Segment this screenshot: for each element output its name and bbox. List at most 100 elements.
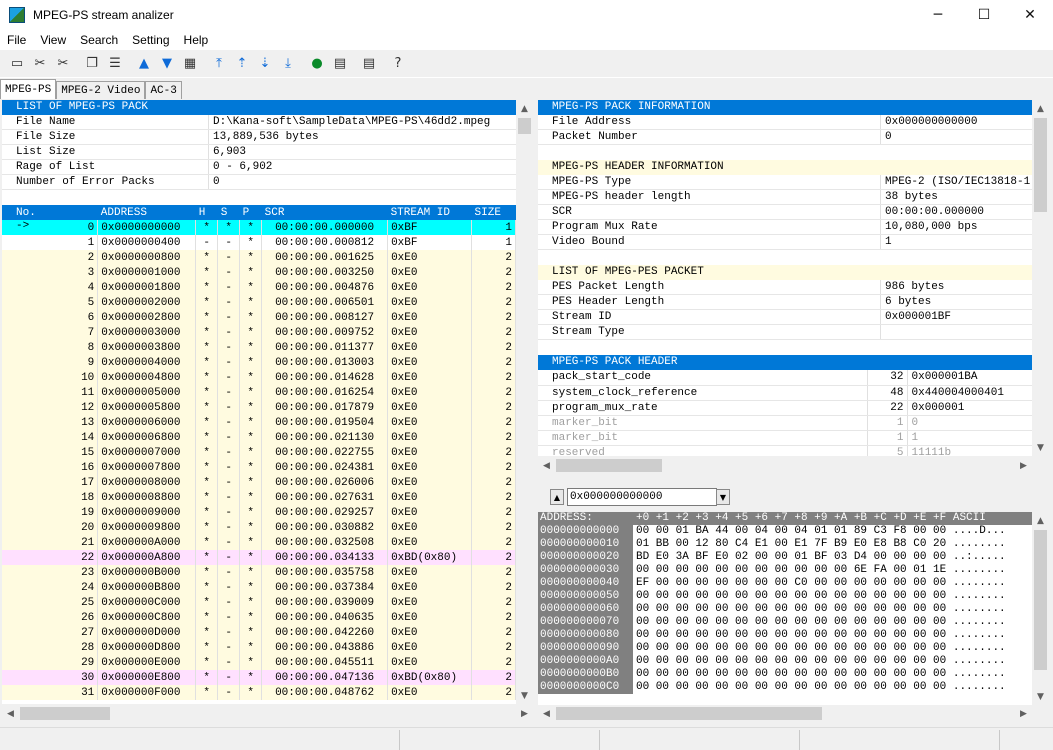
col-scr[interactable]: SCR <box>261 205 388 220</box>
address-up-icon[interactable]: ▲ <box>550 489 564 505</box>
scroll-left-icon[interactable]: ◀ <box>2 705 19 722</box>
table-row[interactable]: 9 0x0000004000 * - * 00:00:00.013003 0xE0 2 <box>2 355 516 370</box>
right-hscroll[interactable]: ◀ ▶ <box>538 457 1032 474</box>
scissors-filter-icon[interactable]: ✂ <box>29 53 51 75</box>
arrow-up-icon[interactable]: ▲ <box>133 53 155 75</box>
table-row[interactable]: -> 0 0x0000000000 * * * 00:00:00.000000 0xBF 1 <box>2 220 516 235</box>
current-row-marker: -> <box>16 220 30 232</box>
scroll-right-icon[interactable]: ▶ <box>516 705 533 722</box>
next-icon[interactable]: ⇣ <box>254 53 276 75</box>
scissors-icon[interactable]: ✂ <box>52 53 74 75</box>
scroll-thumb[interactable] <box>1034 530 1047 670</box>
scroll-down-icon[interactable]: ▼ <box>516 687 533 704</box>
table-row[interactable]: 30 0x000000E800 * - * 00:00:00.047136 0xBD(0x8… <box>2 670 516 685</box>
col-size[interactable]: SIZE <box>471 205 516 220</box>
table-row[interactable]: 31 0x000000F000 * - * 00:00:00.048762 0xE0 2 <box>2 685 516 700</box>
table-row[interactable]: 11 0x0000005000 * - * 00:00:00.016254 0xE0 2 <box>2 385 516 400</box>
copy-icon[interactable]: ❐ <box>81 53 103 75</box>
scroll-up-icon[interactable]: ▲ <box>1032 100 1049 117</box>
col-address[interactable]: ADDRESS <box>97 205 196 220</box>
table-row[interactable]: 4 0x0000001800 * - * 00:00:00.004876 0xE0 2 <box>2 280 516 295</box>
scroll-thumb[interactable] <box>556 707 822 720</box>
open-folder-icon[interactable]: ▭ <box>6 53 28 75</box>
table-row[interactable]: 7 0x0000003000 * - * 00:00:00.009752 0xE0 2 <box>2 325 516 340</box>
table-row[interactable]: 5 0x0000002000 * - * 00:00:00.006501 0xE0 2 <box>2 295 516 310</box>
menu-search[interactable]: Search <box>73 33 125 47</box>
table-row[interactable]: 29 0x000000E000 * - * 00:00:00.045511 0xE0 2 <box>2 655 516 670</box>
table-row[interactable]: 16 0x0000007800 * - * 00:00:00.024381 0xE0 2 <box>2 460 516 475</box>
scroll-up-icon[interactable]: ▲ <box>516 100 533 117</box>
table-row[interactable]: 1 0x0000000400- - * 00:00:00.000812 0xBF 1 <box>2 235 516 250</box>
scroll-right-icon[interactable]: ▶ <box>1015 457 1032 474</box>
scroll-thumb[interactable] <box>518 118 531 134</box>
cell-p: * <box>239 655 263 670</box>
table-row[interactable]: 17 0x0000008000 * - * 00:00:00.026006 0xE0 2 <box>2 475 516 490</box>
tab-mpeg-ps[interactable]: MPEG-PS <box>0 79 57 99</box>
goto-icon[interactable]: ▦ <box>179 53 201 75</box>
table-row[interactable]: 19 0x0000009000 * - * 00:00:00.029257 0xE0 2 <box>2 505 516 520</box>
close-button[interactable]: ✕ <box>1007 0 1053 30</box>
table-row[interactable]: 10 0x0000004800 * - * 00:00:00.014628 0xE0 2 <box>2 370 516 385</box>
col-stream-id[interactable]: STREAM ID <box>387 205 472 220</box>
col-no[interactable]: No. <box>2 205 98 220</box>
table-row[interactable]: 12 0x0000005800 * - * 00:00:00.017879 0xE0 2 <box>2 400 516 415</box>
table-row[interactable]: 2 0x0000000800 * - * 00:00:00.001625 0xE0 2 <box>2 250 516 265</box>
help-icon[interactable]: ? <box>387 53 409 75</box>
scroll-up-icon[interactable]: ▲ <box>1032 512 1049 529</box>
table-row[interactable]: 26 0x000000C800 * - * 00:00:00.040635 0xE0 2 <box>2 610 516 625</box>
hex-hscroll[interactable]: ◀ ▶ <box>538 705 1032 722</box>
doc-green-icon[interactable]: ▤ <box>329 53 351 75</box>
scroll-down-icon[interactable]: ▼ <box>1032 439 1049 456</box>
table-row[interactable]: 14 0x0000006800 * - * 00:00:00.021130 0xE0 2 <box>2 430 516 445</box>
cell-no: 9 <box>2 355 99 370</box>
maximize-button[interactable]: ☐ <box>961 0 1007 30</box>
scroll-thumb[interactable] <box>20 707 110 720</box>
arrow-down-icon[interactable]: ▼ <box>156 53 178 75</box>
table-row[interactable]: 15 0x0000007000 * - * 00:00:00.022755 0xE0 2 <box>2 445 516 460</box>
doc-icon[interactable]: ▤ <box>358 53 380 75</box>
refresh-icon[interactable]: ● <box>306 53 328 75</box>
pack-header-v: 0x440004000401 <box>907 385 1032 401</box>
table-row[interactable]: 23 0x000000B000 * - * 00:00:00.035758 0xE0 2 <box>2 565 516 580</box>
table-row[interactable]: 25 0x000000C000 * - * 00:00:00.039009 0xE0 2 <box>2 595 516 610</box>
scroll-thumb[interactable] <box>556 459 662 472</box>
tab-ac3[interactable]: AC-3 <box>145 81 182 99</box>
tab-mpeg2-video[interactable]: MPEG-2 Video <box>56 81 146 99</box>
cell-s: - <box>217 490 241 505</box>
table-row[interactable]: 13 0x0000006000 * - * 00:00:00.019504 0xE0 2 <box>2 415 516 430</box>
hex-vscroll[interactable]: ▲ ▼ <box>1032 512 1049 705</box>
menu-help[interactable]: Help <box>177 33 216 47</box>
scroll-right-icon[interactable]: ▶ <box>1015 705 1032 722</box>
prev-icon[interactable]: ⇡ <box>231 53 253 75</box>
minimize-button[interactable]: ─ <box>915 0 961 30</box>
menu-file[interactable]: File <box>0 33 33 47</box>
table-row[interactable]: 21 0x000000A000 * - * 00:00:00.032508 0xE0 2 <box>2 535 516 550</box>
table-row[interactable]: 27 0x000000D000 * - * 00:00:00.042260 0xE0 2 <box>2 625 516 640</box>
table-row[interactable]: 8 0x0000003800 * - * 00:00:00.011377 0xE0 2 <box>2 340 516 355</box>
col-s[interactable]: S <box>217 205 240 220</box>
col-p[interactable]: P <box>239 205 262 220</box>
table-row[interactable]: 18 0x0000008800 * - * 00:00:00.027631 0xE0 2 <box>2 490 516 505</box>
col-h[interactable]: H <box>195 205 218 220</box>
first-icon[interactable]: ⤒ <box>208 53 230 75</box>
table-row[interactable]: 6 0x0000002800 * - * 00:00:00.008127 0xE0 2 <box>2 310 516 325</box>
table-row[interactable]: 24 0x000000B800 * - * 00:00:00.037384 0xE0 2 <box>2 580 516 595</box>
table-row[interactable]: 20 0x0000009800 * - * 00:00:00.030882 0xE0 2 <box>2 520 516 535</box>
table-row[interactable]: 22 0x000000A800 * - * 00:00:00.034133 0xBD(0x8… <box>2 550 516 565</box>
list-export-icon[interactable]: ☰ <box>104 53 126 75</box>
scroll-left-icon[interactable]: ◀ <box>538 705 555 722</box>
chevron-down-icon[interactable]: ▼ <box>716 489 730 505</box>
last-icon[interactable]: ⤓ <box>277 53 299 75</box>
scroll-left-icon[interactable]: ◀ <box>538 457 555 474</box>
address-input[interactable]: 0x000000000000 <box>567 488 717 506</box>
right-vscroll[interactable]: ▲ ▼ <box>1032 100 1049 456</box>
menu-view[interactable]: View <box>33 33 73 47</box>
scroll-thumb[interactable] <box>1034 118 1047 212</box>
scroll-down-icon[interactable]: ▼ <box>1032 688 1049 705</box>
table-row[interactable]: 3 0x0000001000 * - * 00:00:00.003250 0xE0 2 <box>2 265 516 280</box>
cell-p: * <box>239 250 263 265</box>
left-hscroll[interactable]: ◀ ▶ <box>2 705 533 722</box>
table-row[interactable]: 28 0x000000D800 * - * 00:00:00.043886 0xE0 2 <box>2 640 516 655</box>
left-vscroll[interactable]: ▲ ▼ <box>516 100 533 704</box>
menu-setting[interactable]: Setting <box>125 33 176 47</box>
